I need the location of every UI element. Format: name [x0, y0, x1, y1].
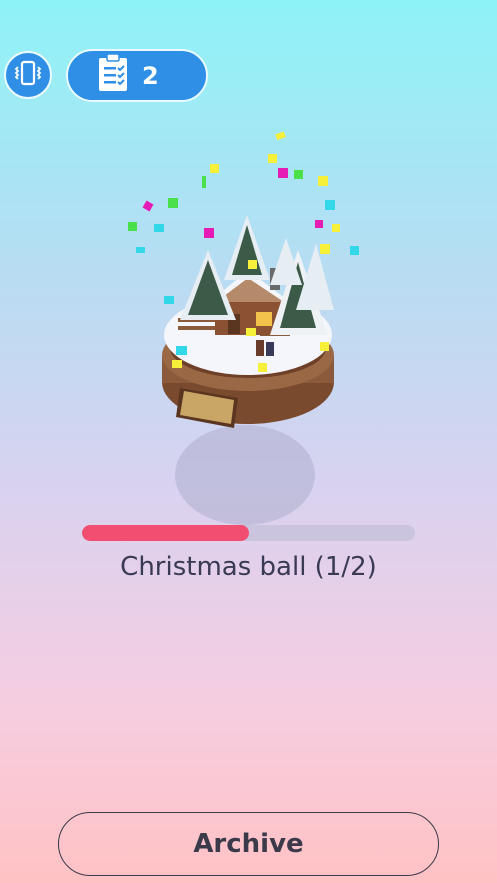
collection-progress-bar — [82, 525, 415, 541]
clipboard-checklist-icon — [96, 53, 130, 98]
snow-globe-collectible — [120, 120, 380, 530]
tasks-button[interactable]: 2 — [66, 49, 208, 102]
vibration-toggle-button[interactable] — [4, 51, 52, 99]
collection-progress-fill — [82, 525, 249, 541]
collectible-progress-label: Christmas ball (1/2) — [120, 552, 377, 582]
archive-button[interactable]: Archive — [58, 812, 439, 876]
phone-vibrate-icon — [13, 58, 43, 93]
tasks-count: 2 — [142, 61, 159, 90]
